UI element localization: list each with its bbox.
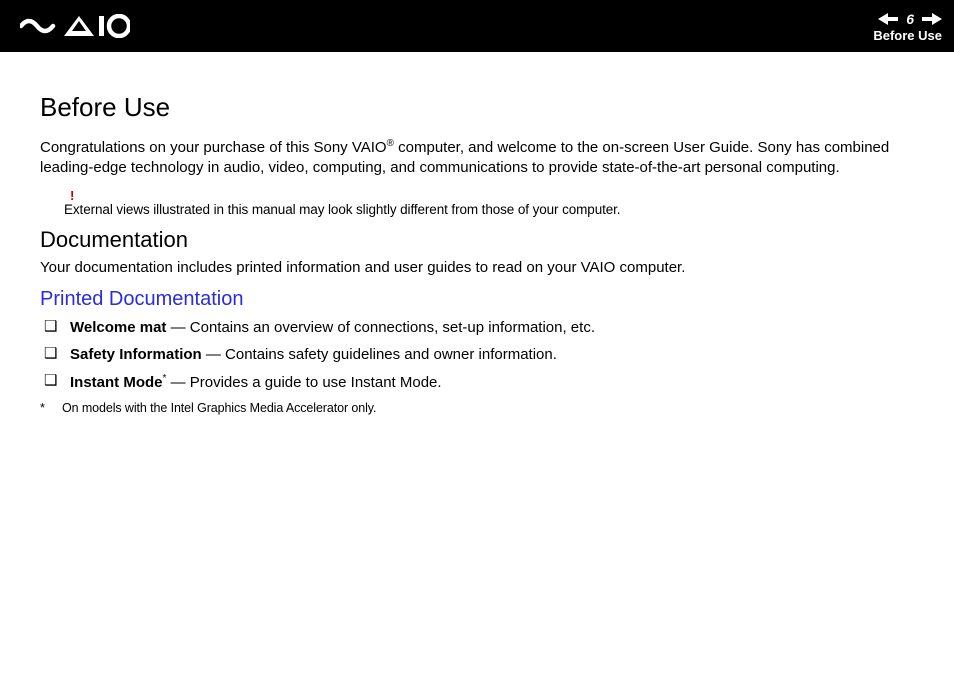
item-desc: — Contains safety guidelines and owner i…	[202, 346, 557, 363]
footnote: * On models with the Intel Graphics Medi…	[40, 401, 914, 415]
section-label: Before Use	[873, 29, 942, 42]
bullet-icon: ❑	[44, 346, 58, 361]
item-desc: — Provides a guide to use Instant Mode.	[166, 374, 441, 391]
footnote-marker: *	[40, 401, 52, 415]
item-desc: — Contains an overview of connections, s…	[166, 319, 595, 336]
page-number: 6	[906, 11, 914, 27]
printed-doc-list: ❑ Welcome mat — Contains an overview of …	[40, 319, 914, 391]
vaio-logo	[20, 14, 130, 38]
bullet-icon: ❑	[44, 319, 58, 334]
item-name: Instant Mode	[70, 374, 163, 391]
printed-doc-heading: Printed Documentation	[40, 288, 914, 311]
intro-text-before: Congratulations on your purchase of this…	[40, 139, 387, 156]
documentation-body: Your documentation includes printed info…	[40, 259, 914, 276]
page-title: Before Use	[40, 92, 914, 123]
page-nav: 6 N	[878, 11, 942, 27]
prev-page-arrow-icon[interactable]	[878, 13, 898, 25]
intro-paragraph: Congratulations on your purchase of this…	[40, 137, 914, 179]
documentation-heading: Documentation	[40, 227, 914, 253]
header-bar: 6 N Before Use	[0, 0, 954, 52]
warning-icon: !	[70, 189, 914, 202]
registered-mark: ®	[387, 138, 394, 149]
notice-text: External views illustrated in this manua…	[64, 202, 914, 217]
list-item: ❑ Safety Information — Contains safety g…	[44, 346, 914, 363]
bullet-icon: ❑	[44, 373, 58, 388]
notice-block: ! External views illustrated in this man…	[64, 189, 914, 217]
item-name: Safety Information	[70, 346, 202, 363]
item-name: Welcome mat	[70, 319, 166, 336]
next-page-arrow-icon[interactable]	[922, 13, 942, 25]
footnote-text: On models with the Intel Graphics Media …	[62, 401, 376, 415]
list-item: ❑ Instant Mode* — Provides a guide to us…	[44, 373, 914, 391]
document-body: Before Use Congratulations on your purch…	[0, 52, 954, 415]
list-item: ❑ Welcome mat — Contains an overview of …	[44, 319, 914, 336]
